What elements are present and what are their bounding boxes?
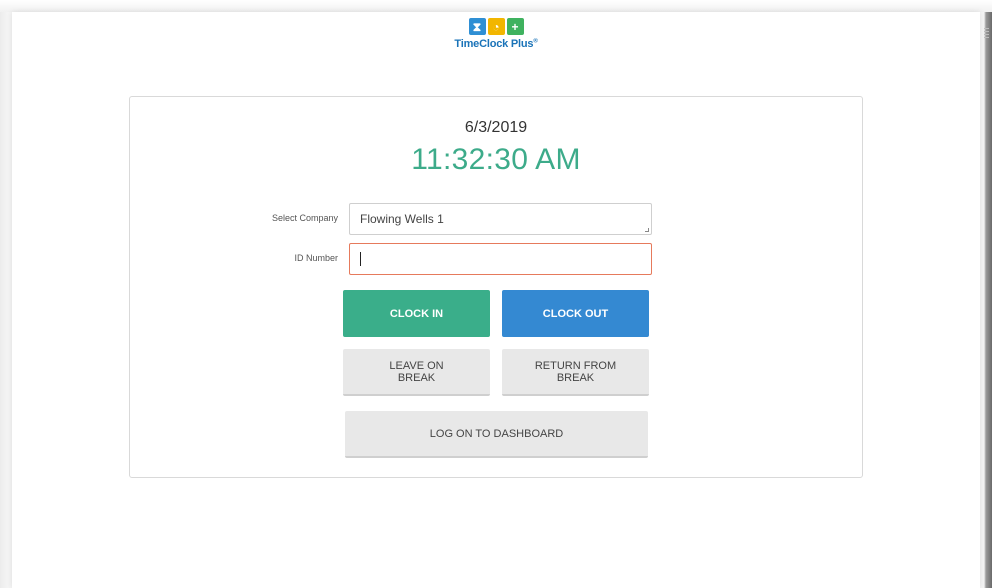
leave-on-break-button[interactable]: LEAVE ON BREAK [343, 349, 490, 396]
return-from-break-button[interactable]: RETURN FROM BREAK [502, 349, 649, 396]
plus-icon: + [506, 18, 524, 35]
logo-brand: TimeClock Plus [454, 38, 534, 50]
log-on-to-dashboard-button[interactable]: LOG ON TO DASHBOARD [345, 411, 648, 458]
logo-icons: ⧗ ◔ + [444, 18, 548, 35]
return-from-break-label-line1: RETURN FROM [534, 359, 617, 372]
scrollbar-grip[interactable] [984, 28, 989, 38]
timeclock-plus-logo: ⧗ ◔ + TimeClock Plus® [444, 18, 548, 62]
leave-on-break-label-line1: LEAVE ON [389, 359, 444, 372]
clock-out-button[interactable]: CLOCK OUT [502, 290, 649, 337]
hourglass-icon: ⧗ [468, 18, 486, 35]
id-number-input[interactable] [349, 243, 652, 275]
current-time: 11:32:30 AM [411, 143, 581, 176]
clock-icon: ◔ [487, 18, 505, 35]
clock-panel: 6/3/2019 11:32:30 AM Select Company Flow… [129, 96, 863, 478]
return-from-break-label-line2: BREAK [556, 371, 595, 384]
clock-in-label: CLOCK IN [389, 307, 444, 320]
clock-in-button[interactable]: CLOCK IN [343, 290, 490, 337]
id-number-label: ID Number [294, 253, 338, 263]
logo-registered-mark: ® [533, 38, 538, 45]
text-cursor [360, 252, 361, 266]
top-strip [0, 0, 992, 12]
log-on-to-dashboard-label: LOG ON TO DASHBOARD [429, 427, 564, 440]
resize-grip-icon [645, 228, 649, 232]
select-company-value: Flowing Wells 1 [360, 212, 444, 226]
current-date: 6/3/2019 [464, 119, 528, 136]
clock-out-label: CLOCK OUT [542, 307, 609, 320]
select-company-label: Select Company [271, 213, 338, 223]
screen: ⧗ ◔ + TimeClock Plus® 6/3/2019 11:32:30 … [0, 0, 992, 588]
leave-on-break-label-line2: BREAK [397, 371, 436, 384]
logo-text: TimeClock Plus® [444, 38, 548, 50]
select-company-field[interactable]: Flowing Wells 1 [349, 203, 652, 235]
